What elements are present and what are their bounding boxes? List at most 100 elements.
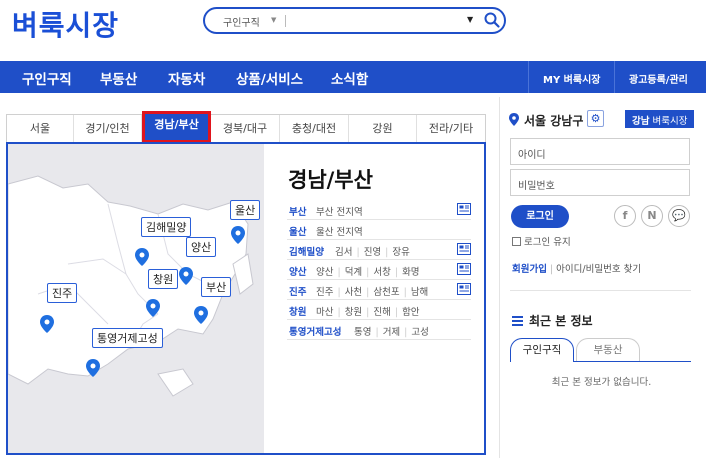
search-icon[interactable] [483,11,501,29]
map-pin-icon[interactable] [86,359,100,377]
city-name-link[interactable]: 울산 [289,224,306,238]
map-label-busan[interactable]: 부산 [201,277,232,297]
district-links: 마산 | 창원 | 진해 | 함안 [316,304,420,318]
recent-tab-realestate[interactable]: 부동산 [576,338,640,362]
keep-login[interactable]: 로그인 유지 [512,234,571,248]
city-row: 울산 울산 전지역 [287,220,471,240]
local-market-button[interactable]: 강남 벼룩시장 [625,110,695,128]
map-pin-icon[interactable] [194,306,208,324]
district-link[interactable]: 사천 [345,287,362,298]
district-link[interactable]: 통영 [354,327,371,338]
city-name-link[interactable]: 양산 [289,264,306,278]
newspaper-icon[interactable] [457,283,471,295]
tab-gangwon[interactable]: 강원 [349,115,417,143]
recent-empty-message: 최근 본 정보가 없습니다. [551,377,652,388]
divider: | [549,264,554,275]
password-field[interactable]: 비밀번호 [510,169,690,196]
divider: | [337,267,341,278]
naver-icon[interactable]: N [641,205,663,227]
city-name-link[interactable]: 부산 [289,204,306,218]
search-bar: 구인구직 ▼ ▼ [203,7,506,34]
dropdown-toggle-icon[interactable]: ▼ [467,15,473,24]
map-label-yangsan[interactable]: 양산 [186,237,217,257]
district-links: 김서 | 진영 | 장유 [335,244,410,258]
search-input[interactable] [291,12,461,30]
district-link[interactable]: 진영 [364,247,381,258]
nav-goods-services[interactable]: 상품/서비스 [236,68,303,88]
find-account-link[interactable]: 아이디/비밀번호 찾기 [556,264,641,275]
tab-gyeonggi-incheon[interactable]: 경기/인천 [74,115,142,143]
tab-gyeongnam-busan[interactable]: 경남/부산 [142,111,211,143]
site-logo[interactable]: 벼룩시장 [12,4,119,44]
district-links: 양산 | 덕계 | 서창 | 화명 [316,264,420,278]
map-pin-icon[interactable] [146,299,160,317]
district-link[interactable]: 남해 [411,287,428,298]
nav-news[interactable]: 소식함 [331,68,368,88]
divider: | [337,287,341,298]
district-link[interactable]: 화명 [402,267,419,278]
district-link[interactable]: 삼천포 [373,287,399,298]
recent-tab-jobs[interactable]: 구인구직 [510,338,574,362]
region-tabs: 서울 경기/인천 경남/부산 경북/대구 충청/대전 강원 전라/기타 [6,111,486,143]
city-name-link[interactable]: 통영거제고성 [289,324,341,338]
district-link[interactable]: 창원 [345,307,362,318]
district-link[interactable]: 마산 [316,307,333,318]
map-pin-icon[interactable] [135,248,149,266]
district-link[interactable]: 부산 전지역 [316,207,363,218]
tab-chungcheong-daejeon[interactable]: 충청/대전 [280,115,349,143]
newspaper-icon[interactable] [457,203,471,215]
newspaper-icon[interactable] [457,243,471,255]
divider: | [394,307,399,318]
tab-jeolla-etc[interactable]: 전라/기타 [417,115,485,143]
nav-my-page[interactable]: MY 벼룩시장 [528,61,612,93]
tab-seoul[interactable]: 서울 [7,115,74,143]
map-label-tongyeong-geoje-goseong[interactable]: 통영거제고성 [92,328,163,348]
district-link[interactable]: 고성 [411,327,428,338]
region-section: 서울 경기/인천 경남/부산 경북/대구 충청/대전 강원 전라/기타 울산 김… [6,110,486,456]
district-link[interactable]: 함안 [402,307,419,318]
map-pin-icon[interactable] [179,267,193,285]
location-pin-icon [509,113,519,126]
divider [285,15,286,27]
nav-cars[interactable]: 자동차 [168,68,205,88]
district-link[interactable]: 김서 [335,247,352,258]
facebook-icon[interactable]: f [614,205,636,227]
keep-login-checkbox[interactable] [512,237,521,246]
city-name-link[interactable]: 김해밀양 [289,244,324,258]
district-link[interactable]: 진해 [373,307,390,318]
sidebar: 서울 강남구 ⚙ 강남 벼룩시장 아이디 비밀번호 로그인 f N 💬 로그인 … [499,97,706,458]
chevron-down-icon[interactable]: ▼ [271,16,276,24]
divider: | [403,287,407,298]
divider: | [366,267,370,278]
district-link[interactable]: 덕계 [345,267,362,278]
nav-ad-register[interactable]: 광고등록/관리 [614,61,700,93]
nav-realestate[interactable]: 부동산 [100,68,137,88]
city-list: 부산 부산 전지역 울산 울산 전지역 김해밀양 김서 | 진영 | 장유 양산 양산 | 덕계 | 서창 | 화… [287,200,471,340]
kakao-icon[interactable]: 💬 [668,205,690,227]
signup-link[interactable]: 회원가입 [512,264,547,275]
divider: | [356,247,360,258]
district-link[interactable]: 울산 전지역 [316,227,363,238]
district-link[interactable]: 서창 [373,267,390,278]
city-name-link[interactable]: 창원 [289,304,306,318]
island-shape [157,368,194,397]
newspaper-icon[interactable] [457,263,471,275]
district-link[interactable]: 장유 [392,247,409,258]
map-pin-icon[interactable] [231,226,245,244]
district-link[interactable]: 양산 [316,267,333,278]
tab-gyeongbuk-daegu[interactable]: 경북/대구 [211,115,280,143]
id-field[interactable]: 아이디 [510,138,690,165]
nav-jobs[interactable]: 구인구직 [22,68,72,88]
map-label-changwon[interactable]: 창원 [148,269,179,289]
map-label-ulsan[interactable]: 울산 [230,200,261,220]
gear-icon[interactable]: ⚙ [587,110,604,127]
city-name-link[interactable]: 진주 [289,284,306,298]
district-link[interactable]: 진주 [316,287,333,298]
divider: | [366,307,370,318]
map-label-jinju[interactable]: 진주 [47,283,78,303]
district-link[interactable]: 거제 [383,327,400,338]
map-pin-icon[interactable] [40,315,54,333]
map-label-gimhae-miryang[interactable]: 김해밀양 [141,217,192,237]
search-category-select[interactable]: 구인구직 [223,14,260,29]
login-button[interactable]: 로그인 [511,205,569,228]
